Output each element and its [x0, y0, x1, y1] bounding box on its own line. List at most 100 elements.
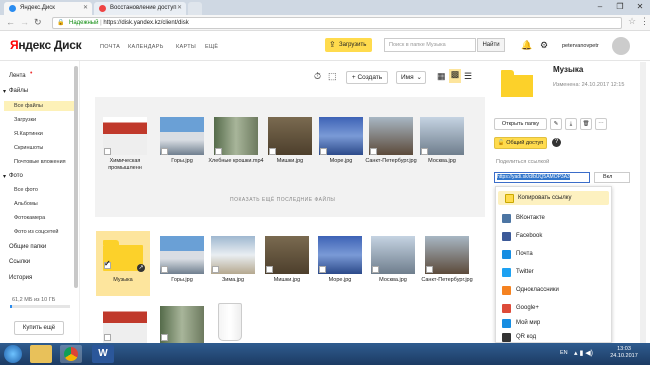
share-qr-item[interactable]: QR код	[502, 331, 536, 343]
language-indicator[interactable]: EN	[560, 350, 568, 356]
public-toggle[interactable]: Вкл	[594, 172, 630, 183]
reload-icon[interactable]: ↻	[34, 17, 42, 28]
share-vk-item[interactable]: ВКонтакте	[502, 212, 545, 224]
share-twitter-item[interactable]: Twitter	[502, 266, 534, 278]
caret-down-icon[interactable]: ▾	[3, 173, 6, 180]
close-tab-icon[interactable]: ✕	[177, 4, 182, 11]
menu-icon[interactable]: ⋮	[640, 16, 649, 27]
checkbox[interactable]	[320, 148, 327, 155]
shared-badge-icon: ↗	[137, 264, 145, 272]
sidebar-item-camera[interactable]: Фотокамера	[14, 215, 45, 221]
buy-more-button[interactable]: Купить ещё	[14, 321, 64, 335]
sidebar-item-mail-attachments[interactable]: Почтовые вложения	[14, 159, 66, 165]
sidebar-item-photos[interactable]: Фото	[9, 173, 23, 179]
select-icon[interactable]: ⬚	[328, 71, 337, 82]
tab-yandex-disk[interactable]: Яндекс.Диск ✕	[4, 2, 92, 15]
copy-link-item[interactable]: Копировать ссылку	[498, 191, 609, 205]
disk-header: Яндекс Диск ПОЧТА КАЛЕНДАРЬ КАРТЫ ЕЩЁ ⇪ …	[0, 31, 650, 61]
maximize-button[interactable]: ❐	[610, 0, 630, 14]
download-icon[interactable]: ⤓	[565, 118, 577, 130]
sidebar-item-history[interactable]: История	[9, 275, 32, 281]
sidebar-item-downloads[interactable]: Загрузки	[14, 117, 36, 123]
browser-tab-bar: Яндекс.Диск ✕ Восстановление доступ ✕	[0, 0, 650, 15]
large-tiles-icon[interactable]: ▦	[437, 71, 446, 82]
list-view-icon[interactable]: ☰	[464, 71, 472, 82]
checkbox[interactable]	[372, 266, 379, 273]
share-mail-item[interactable]: Почта	[502, 248, 533, 260]
share-moimir-item[interactable]: Мой мир	[502, 317, 540, 329]
start-button[interactable]	[4, 345, 22, 363]
nav-more[interactable]: ЕЩЁ	[205, 44, 218, 50]
checkbox[interactable]	[104, 148, 111, 155]
rename-icon[interactable]: ✎	[550, 118, 562, 130]
new-tab-button[interactable]	[188, 2, 202, 15]
sidebar-item-social-photos[interactable]: Фото из соцсетей	[14, 229, 58, 235]
word-icon[interactable]: W	[92, 345, 114, 363]
checkbox[interactable]	[266, 266, 273, 273]
timer-icon[interactable]: ⏱	[314, 71, 321, 82]
checkbox[interactable]	[269, 148, 276, 155]
nav-maps[interactable]: КАРТЫ	[176, 44, 196, 50]
sidebar-item-feed[interactable]: Лента	[9, 73, 26, 79]
avatar[interactable]	[612, 37, 630, 55]
find-button[interactable]: Найти	[477, 38, 505, 52]
checkbox[interactable]	[161, 266, 168, 273]
checkbox[interactable]	[212, 266, 219, 273]
sidebar-item-albums[interactable]: Альбомы	[14, 201, 38, 207]
address-bar[interactable]: 🔒 Надежный | https://disk.yandex.kz/clie…	[52, 17, 622, 29]
explorer-icon[interactable]	[30, 345, 52, 363]
share-googleplus-item[interactable]: Google+	[502, 302, 539, 314]
tab-recovery[interactable]: Восстановление доступ ✕	[94, 2, 186, 15]
share-facebook-item[interactable]: Facebook	[502, 230, 542, 242]
checkbox[interactable]	[215, 148, 222, 155]
back-icon[interactable]: ←	[6, 17, 15, 27]
checkbox[interactable]	[370, 148, 377, 155]
sidebar-item-links[interactable]: Ссылки	[9, 259, 30, 265]
sidebar-item-files[interactable]: Файлы	[9, 88, 28, 94]
yandex-disk-logo[interactable]: Яндекс Диск	[10, 38, 82, 52]
close-window-button[interactable]: ✕	[630, 0, 650, 14]
sidebar-item-all-files[interactable]: Все файлы	[4, 101, 74, 111]
sidebar-item-all-photos[interactable]: Все фото	[14, 187, 38, 193]
public-access-button[interactable]: 🔓 Общий доступ	[494, 137, 547, 149]
close-tab-icon[interactable]: ✕	[83, 4, 88, 11]
star-icon[interactable]: ☆	[628, 16, 636, 27]
small-tiles-icon[interactable]: ▩	[449, 69, 461, 83]
create-button[interactable]: + Создать	[346, 71, 388, 84]
logo-text: ндекс Диск	[18, 38, 82, 52]
help-icon[interactable]: ?	[552, 138, 561, 147]
chrome-icon[interactable]	[60, 345, 82, 363]
checkbox[interactable]	[426, 266, 433, 273]
minimize-button[interactable]: –	[590, 0, 610, 14]
sidebar-item-screenshots[interactable]: Скриншоты	[14, 145, 43, 151]
sort-select[interactable]: Имя ⌄	[396, 71, 426, 84]
forward-icon[interactable]: →	[20, 17, 29, 27]
checkbox[interactable]	[319, 266, 326, 273]
search-input[interactable]: Поиск в папке Музыка	[384, 38, 476, 52]
nav-calendar[interactable]: КАЛЕНДАРЬ	[128, 44, 164, 50]
trash-icon[interactable]	[218, 303, 242, 341]
open-folder-button[interactable]: Открыть папку	[494, 118, 547, 130]
more-icon[interactable]: ⋯	[595, 118, 607, 130]
caret-down-icon[interactable]: ▾	[3, 88, 6, 95]
nav-mail[interactable]: ПОЧТА	[100, 44, 120, 50]
sidebar-item-pictures[interactable]: Я.Картинки	[14, 131, 43, 137]
page-scrollbar[interactable]	[640, 62, 646, 343]
vk-icon	[502, 214, 511, 223]
clock[interactable]: 13:03 24.10.2017	[604, 346, 644, 360]
share-link-field[interactable]: https://yadi.sk/d/bUQ5AMOP3A3	[494, 172, 590, 183]
show-more-recent-link[interactable]: ПОКАЗАТЬ ЕЩЁ ПОСЛЕДНИЕ ФАЙЛЫ	[230, 197, 335, 203]
checkbox[interactable]	[104, 334, 111, 341]
gear-icon[interactable]: ⚙	[540, 40, 548, 51]
checkbox[interactable]	[161, 334, 168, 341]
sidebar-scrollbar[interactable]	[74, 66, 78, 288]
upload-button[interactable]: ⇪ Загрузить	[325, 38, 372, 52]
sidebar-item-shared[interactable]: Общие папки	[9, 244, 46, 250]
share-ok-item[interactable]: Одноклассники	[502, 284, 559, 296]
checkbox[interactable]	[421, 148, 428, 155]
delete-icon[interactable]: 🗑	[580, 118, 592, 130]
checkbox[interactable]	[161, 148, 168, 155]
bell-icon[interactable]: 🔔	[521, 40, 532, 51]
tray-icons[interactable]: ▴ ▮ ◀)	[574, 349, 593, 357]
username[interactable]: petervanovpetr	[562, 43, 599, 49]
